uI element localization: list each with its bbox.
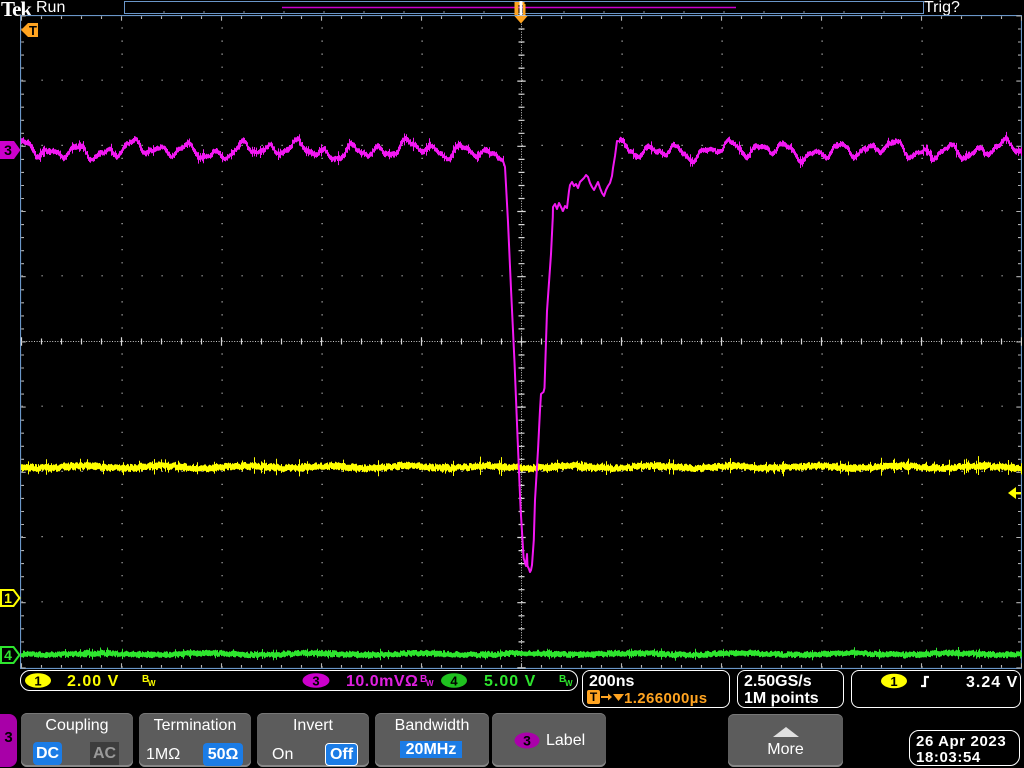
svg-text:5.00 V: 5.00 V — [484, 673, 536, 690]
svg-text:3: 3 — [312, 674, 319, 689]
svg-text:4: 4 — [450, 674, 458, 689]
svg-text:3: 3 — [4, 142, 12, 158]
svg-text:3: 3 — [523, 733, 531, 749]
svg-text:1: 1 — [34, 674, 41, 689]
svg-text:4: 4 — [4, 647, 12, 663]
svg-text:3.24 V: 3.24 V — [966, 674, 1018, 691]
svg-text:W: W — [565, 679, 573, 688]
svg-text:W: W — [426, 679, 434, 688]
svg-text:1: 1 — [4, 590, 12, 606]
svg-text:10.0mVΩ: 10.0mVΩ — [346, 673, 418, 690]
svg-text:W: W — [148, 679, 156, 688]
svg-text:1: 1 — [890, 674, 897, 689]
svg-text:2.00 V: 2.00 V — [67, 673, 119, 690]
svg-text:T: T — [29, 23, 37, 38]
